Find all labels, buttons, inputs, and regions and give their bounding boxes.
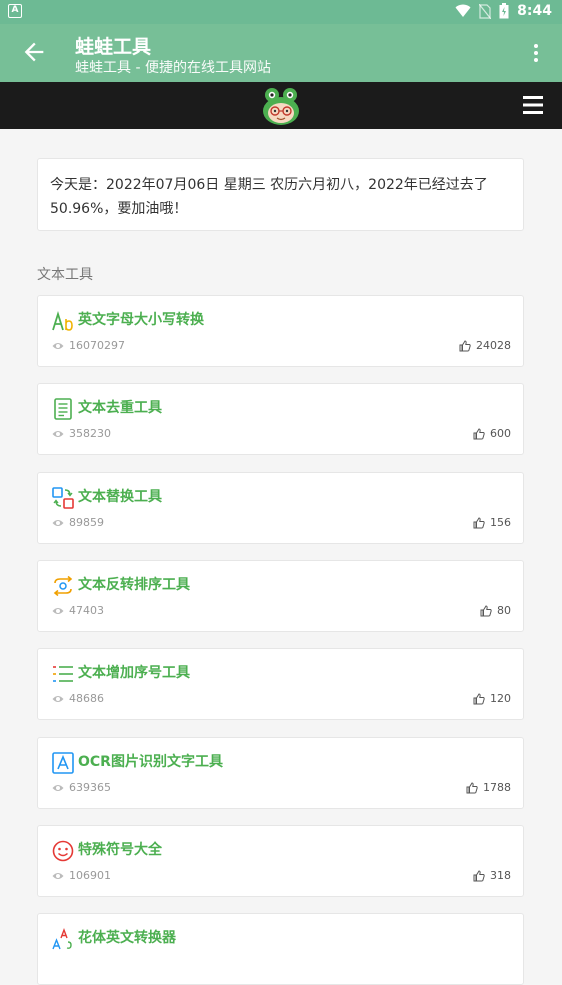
smiley-icon [52, 840, 74, 862]
like-count[interactable]: 318 [473, 869, 511, 882]
date-notice-text: 今天是：2022年07月06日 星期三 农历六月初八，2022年已经过去了50.… [50, 177, 488, 217]
no-sim-icon [479, 3, 492, 19]
view-count: 89859 [52, 516, 104, 529]
tool-card-reverse[interactable]: 文本反转排序工具 47403 80 [37, 560, 524, 632]
app-title: 蛙蛙工具 [75, 36, 152, 58]
like-count[interactable]: 80 [480, 604, 511, 617]
like-count[interactable]: 24028 [459, 339, 511, 352]
numbered-list-icon [53, 666, 73, 682]
document-list-icon [54, 398, 72, 420]
tool-card-letter-case[interactable]: 英文字母大小写转换 16070297 24028 [37, 295, 524, 367]
eye-icon [52, 695, 64, 702]
view-count: 358230 [52, 427, 111, 440]
like-count[interactable]: 156 [473, 516, 511, 529]
fancy-letters-icon [52, 928, 72, 950]
date-notice-card: 今天是：2022年07月06日 星期三 农历六月初八，2022年已经过去了50.… [37, 158, 524, 231]
tool-name: OCR图片识别文字工具 [78, 754, 223, 770]
thumbs-up-icon [466, 781, 478, 793]
status-time: 8:44 [517, 3, 552, 19]
thumbs-up-icon [473, 516, 485, 528]
tool-card-numbering[interactable]: 文本增加序号工具 48686 120 [37, 648, 524, 720]
tool-name: 文本去重工具 [78, 400, 162, 416]
like-count[interactable]: 120 [473, 692, 511, 705]
app-notification-icon: A [8, 4, 22, 18]
like-count[interactable]: 600 [473, 427, 511, 440]
back-arrow-icon[interactable] [20, 38, 48, 66]
view-count: 47403 [52, 604, 104, 617]
thumbs-up-icon [473, 869, 485, 881]
eye-icon [52, 784, 64, 791]
tool-card-ocr[interactable]: OCR图片识别文字工具 639365 1788 [37, 737, 524, 809]
thumbs-up-icon [473, 692, 485, 704]
thumbs-up-icon [473, 427, 485, 439]
eye-icon [52, 342, 64, 349]
eye-icon [52, 430, 64, 437]
app-bar: 蛙蛙工具 蛙蛙工具 - 便捷的在线工具网站 [0, 24, 562, 82]
eye-icon [52, 519, 64, 526]
view-count: 639365 [52, 781, 111, 794]
like-count[interactable]: 1788 [466, 781, 511, 794]
ocr-icon [52, 752, 74, 774]
status-bar: A 8:44 [0, 0, 562, 24]
tool-card-replace[interactable]: 文本替换工具 89859 156 [37, 472, 524, 544]
section-title: 文本工具 [37, 267, 93, 283]
app-subtitle: 蛙蛙工具 - 便捷的在线工具网站 [75, 60, 271, 76]
view-count: 106901 [52, 869, 111, 882]
tool-card-special-symbols[interactable]: 特殊符号大全 106901 318 [37, 825, 524, 897]
eye-icon [52, 607, 64, 614]
letter-case-icon [52, 310, 73, 331]
hamburger-menu-icon[interactable] [523, 96, 543, 114]
tool-card-fancy-letters[interactable]: 花体英文转换器 [37, 913, 524, 985]
tool-name: 文本增加序号工具 [78, 665, 190, 681]
tool-name: 特殊符号大全 [78, 842, 162, 858]
reverse-icon [53, 575, 73, 597]
tool-name: 文本反转排序工具 [78, 577, 190, 593]
more-vert-icon[interactable] [528, 42, 544, 64]
eye-icon [52, 872, 64, 879]
frog-logo-icon[interactable] [262, 86, 300, 126]
wifi-icon [455, 4, 471, 17]
thumbs-up-icon [480, 604, 492, 616]
tool-card-dedupe[interactable]: 文本去重工具 358230 600 [37, 383, 524, 455]
replace-icon [52, 487, 74, 509]
view-count: 16070297 [52, 339, 125, 352]
site-nav-bar [0, 82, 562, 129]
tool-name: 花体英文转换器 [78, 930, 176, 946]
tool-name: 英文字母大小写转换 [78, 312, 204, 328]
battery-icon [499, 3, 509, 19]
tool-name: 文本替换工具 [78, 489, 162, 505]
view-count: 48686 [52, 692, 104, 705]
thumbs-up-icon [459, 339, 471, 351]
